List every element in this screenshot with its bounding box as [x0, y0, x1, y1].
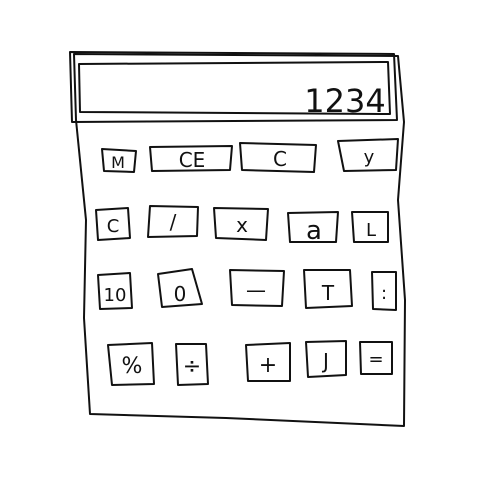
svg-text:T: T — [321, 281, 335, 305]
svg-text:y: y — [364, 147, 375, 168]
key-fraction[interactable]: ÷ — [175, 343, 209, 386]
svg-text:—: — — [246, 278, 266, 302]
svg-text:L: L — [366, 220, 376, 241]
key-minus[interactable]: — — [229, 269, 285, 307]
svg-text:÷: ÷ — [183, 354, 201, 379]
svg-text:10: 10 — [104, 285, 127, 306]
key-plus[interactable]: + — [245, 342, 291, 382]
key-j[interactable]: J — [305, 340, 347, 378]
key-slash[interactable]: / — [147, 205, 199, 238]
svg-text:C: C — [273, 147, 287, 171]
key-x[interactable]: x — [213, 207, 269, 241]
svg-text:C: C — [107, 216, 120, 237]
key-0[interactable]: 0 — [157, 268, 203, 308]
svg-text:+: + — [259, 353, 277, 378]
key-c[interactable]: C — [239, 142, 317, 173]
key-a[interactable]: a — [287, 211, 339, 246]
key-10[interactable]: 10 — [97, 272, 133, 310]
key-corner[interactable]: L — [351, 211, 389, 243]
svg-text:M: M — [111, 153, 125, 172]
svg-text:%: % — [122, 354, 143, 379]
svg-text:0: 0 — [174, 282, 187, 306]
key-colon[interactable]: : — [371, 271, 397, 311]
svg-text:a: a — [306, 216, 322, 246]
key-y[interactable]: y — [337, 138, 399, 172]
key-equals[interactable]: = — [359, 341, 393, 375]
svg-text:CE: CE — [179, 148, 206, 172]
key-percent[interactable]: % — [107, 342, 155, 386]
key-m[interactable]: M — [101, 148, 137, 173]
svg-text:=: = — [368, 349, 383, 370]
svg-text:x: x — [236, 213, 248, 237]
display-value: 1234 — [304, 82, 385, 120]
key-c2[interactable]: C — [95, 207, 131, 241]
key-ce[interactable]: CE — [149, 145, 233, 172]
calculator-sketch: 1234 M CE C y C / x a L 10 0 — T: % ÷ +… — [69, 51, 406, 427]
svg-text:/: / — [170, 210, 177, 234]
svg-text::: : — [381, 283, 387, 304]
key-t[interactable]: T — [303, 269, 353, 309]
svg-text:J: J — [321, 349, 329, 373]
